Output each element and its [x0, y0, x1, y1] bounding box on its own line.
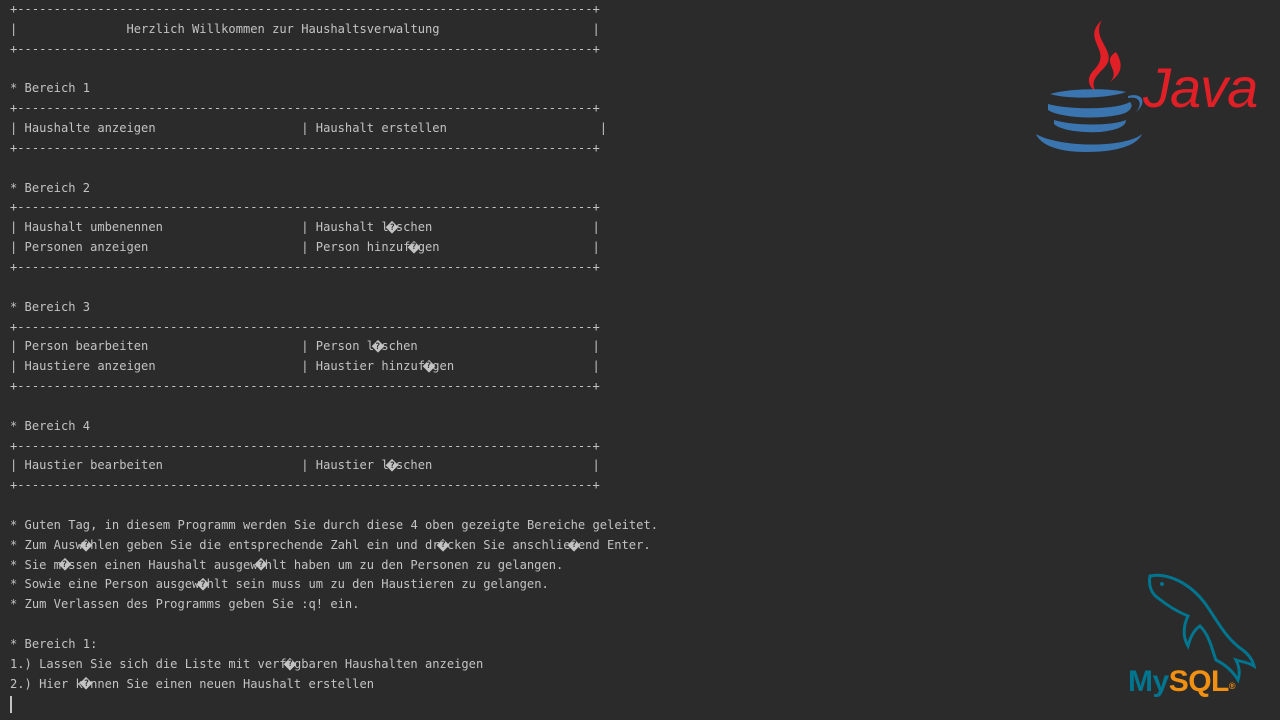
- console-line: +---------------------------------------…: [10, 319, 600, 334]
- console-line: | Herzlich Willkommen zur Haushaltsverwa…: [10, 21, 600, 36]
- console-line: * Bereich 1:: [10, 637, 98, 651]
- replacement-char-icon: [61, 558, 69, 571]
- console-line: * Sie mssen einen Haushalt ausgewhlt hab…: [10, 556, 1000, 576]
- replacement-char-icon: [571, 538, 579, 551]
- console-line: * Bereich 2: [10, 180, 91, 195]
- replacement-char-icon: [374, 340, 382, 353]
- java-steam-icon: [1088, 20, 1109, 92]
- console-line: +---------------------------------------…: [10, 379, 600, 394]
- replacement-char-icon: [389, 459, 397, 472]
- console-line: | Haushalt umbenennen | Haushalt lschen …: [10, 218, 1000, 238]
- console-output: +---------------------------------------…: [10, 0, 1000, 720]
- console-line: | Personen anzeigen | Person hinzufgen |: [10, 238, 1000, 258]
- console-line: * Zum Auswhlen geben Sie die entsprechen…: [10, 536, 1000, 556]
- console-line: 1.) Lassen Sie sich die Liste mit verfgb…: [10, 655, 1000, 675]
- console-line: * Zum Verlassen des Programms geben Sie …: [10, 597, 360, 612]
- replacement-char-icon: [410, 240, 418, 253]
- console-line: +---------------------------------------…: [10, 438, 600, 453]
- console-line: * Guten Tag, in diesem Programm werden S…: [10, 517, 659, 532]
- console-line: * Sowie eine Person ausgewhlt sein muss …: [10, 575, 1000, 595]
- console-line: 2.) Hier knnen Sie einen neuen Haushalt …: [10, 675, 1000, 695]
- mysql-wordmark: MySQL®: [1128, 665, 1236, 703]
- console-line: +---------------------------------------…: [10, 200, 600, 215]
- replacement-char-icon: [440, 538, 448, 551]
- console-line: +---------------------------------------…: [10, 478, 600, 493]
- console-line: +---------------------------------------…: [10, 259, 600, 274]
- console-line: +---------------------------------------…: [10, 2, 600, 16]
- console-line: | Haustier bearbeiten | Haustier lschen …: [10, 456, 1000, 476]
- mysql-registered-mark: ®: [1228, 681, 1236, 691]
- console-line: +---------------------------------------…: [10, 140, 600, 155]
- text-cursor[interactable]: [10, 696, 12, 713]
- console-line: +---------------------------------------…: [10, 41, 600, 56]
- replacement-char-icon: [199, 578, 207, 591]
- replacement-char-icon: [258, 558, 266, 571]
- mysql-word-sql: SQL: [1168, 665, 1230, 698]
- console-line: * Bereich 3: [10, 299, 91, 314]
- console-line: | Haushalte anzeigen | Haushalt erstelle…: [10, 121, 608, 136]
- java-wordmark: Java: [1143, 56, 1258, 119]
- console-line: +---------------------------------------…: [10, 101, 600, 116]
- console-line: | Haustiere anzeigen | Haustier hinzufge…: [10, 357, 1000, 377]
- replacement-char-icon: [83, 538, 91, 551]
- console-line: | Person bearbeiten | Person lschen |: [10, 337, 1000, 357]
- java-cup-icon: [1050, 89, 1126, 98]
- replacement-char-icon: [83, 677, 91, 690]
- replacement-char-icon: [389, 221, 397, 234]
- mysql-word-my: My: [1128, 665, 1169, 698]
- console-line: * Bereich 4: [10, 418, 91, 433]
- console-line: * Bereich 1: [10, 81, 91, 96]
- replacement-char-icon: [425, 359, 433, 372]
- replacement-char-icon: [287, 657, 295, 670]
